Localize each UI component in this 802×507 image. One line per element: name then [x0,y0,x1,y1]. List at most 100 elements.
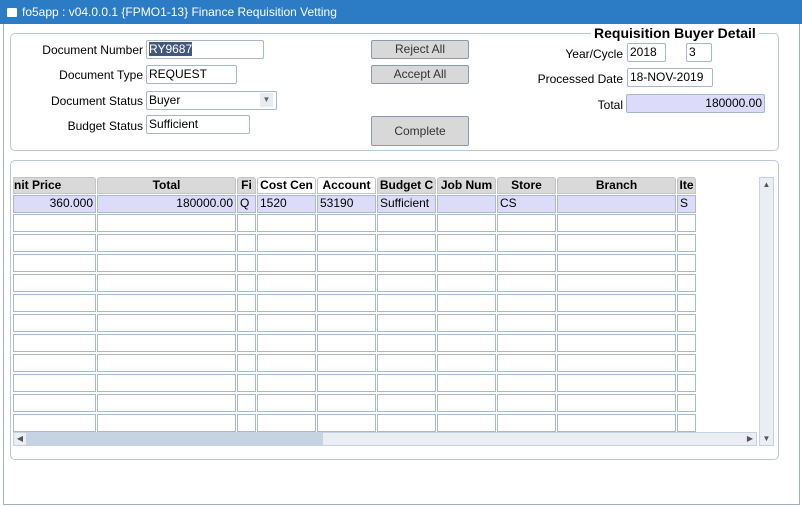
processed-date-field[interactable]: 18-NOV-2019 [627,68,713,87]
grid-cell[interactable] [237,214,256,232]
grid-cell[interactable] [257,374,316,392]
grid-cell[interactable] [437,195,496,213]
grid-cell[interactable] [497,234,556,252]
grid-cell[interactable] [317,334,376,352]
grid-cell[interactable] [13,214,96,232]
grid-cell[interactable] [377,394,436,412]
grid-cell[interactable]: 53190 [317,195,376,213]
grid-cell[interactable] [13,414,96,432]
grid-cell[interactable] [677,274,696,292]
document-status-select[interactable]: Buyer ▼ [146,91,277,110]
grid-cell[interactable] [557,414,676,432]
grid-cell[interactable] [13,274,96,292]
grid-cell[interactable] [317,294,376,312]
grid-cell[interactable] [677,334,696,352]
column-header[interactable]: Cost Cen [257,177,316,194]
grid-cell[interactable] [257,254,316,272]
grid-cell[interactable] [557,354,676,372]
grid-cell[interactable] [497,354,556,372]
grid-cell[interactable] [317,314,376,332]
budget-status-field[interactable]: Sufficient [146,115,250,134]
grid-cell[interactable] [13,334,96,352]
grid-cell[interactable] [497,394,556,412]
accept-all-button[interactable]: Accept All [371,65,469,84]
column-header[interactable]: Store [497,177,556,194]
grid-cell[interactable] [257,214,316,232]
reject-all-button[interactable]: Reject All [371,40,469,59]
grid-cell[interactable]: 360.000 [13,195,96,213]
grid-cell[interactable] [557,294,676,312]
grid-cell[interactable] [677,214,696,232]
grid-cell[interactable]: 180000.00 [97,195,236,213]
grid-cell[interactable] [557,195,676,213]
grid-cell[interactable] [377,354,436,372]
grid-cell[interactable] [437,254,496,272]
scroll-up-icon[interactable]: ▲ [760,178,773,191]
column-header[interactable]: Total [97,177,236,194]
grid-cell[interactable] [237,314,256,332]
grid-cell[interactable] [317,414,376,432]
chevron-down-icon[interactable]: ▼ [260,93,273,107]
grid-cell[interactable] [257,274,316,292]
column-header[interactable]: Budget C [377,177,436,194]
grid-cell[interactable] [677,374,696,392]
grid-cell[interactable] [437,234,496,252]
column-header[interactable]: nit Price [13,177,96,194]
grid-cell[interactable] [557,334,676,352]
grid-cell[interactable] [97,314,236,332]
year-field[interactable]: 2018 [627,43,666,62]
grid-cell[interactable] [437,394,496,412]
grid-cell[interactable] [237,394,256,412]
grid-cell[interactable] [497,214,556,232]
grid-cell[interactable] [497,374,556,392]
grid-cell[interactable] [557,274,676,292]
grid-cell[interactable] [677,294,696,312]
grid-cell[interactable] [237,334,256,352]
grid-cell[interactable] [317,394,376,412]
document-type-field[interactable]: REQUEST [146,65,237,84]
grid-cell[interactable]: S [677,195,696,213]
grid-cell[interactable] [257,394,316,412]
grid-cell[interactable] [377,214,436,232]
grid-cell[interactable] [437,334,496,352]
grid-cell[interactable] [377,234,436,252]
grid-cell[interactable] [317,234,376,252]
grid-cell[interactable] [377,254,436,272]
grid-cell[interactable] [317,354,376,372]
grid-cell[interactable] [257,354,316,372]
grid-cell[interactable] [97,334,236,352]
grid-cell[interactable] [437,274,496,292]
grid-cell[interactable] [97,214,236,232]
grid-cell[interactable] [497,274,556,292]
grid-cell[interactable] [377,334,436,352]
grid-cell[interactable] [97,394,236,412]
column-header[interactable]: Account [317,177,376,194]
grid-cell[interactable] [497,334,556,352]
grid-cell[interactable] [677,354,696,372]
grid-cell[interactable] [557,254,676,272]
grid-cell[interactable] [317,214,376,232]
grid-cell[interactable] [317,274,376,292]
grid-cell[interactable] [97,354,236,372]
grid-cell[interactable] [317,254,376,272]
grid-cell[interactable] [497,254,556,272]
grid-cell[interactable] [13,374,96,392]
grid-cell[interactable] [557,214,676,232]
grid-cell[interactable] [13,314,96,332]
grid-cell[interactable] [377,294,436,312]
grid-cell[interactable]: 1520 [257,195,316,213]
horizontal-scroll-thumb[interactable] [26,433,323,445]
grid-cell[interactable] [97,274,236,292]
grid-cell[interactable] [377,414,436,432]
grid-cell[interactable] [677,414,696,432]
grid-cell[interactable] [317,374,376,392]
grid-cell[interactable] [377,274,436,292]
grid-cell[interactable] [437,354,496,372]
grid-cell[interactable] [677,394,696,412]
grid-cell[interactable] [557,234,676,252]
grid-cell[interactable] [97,294,236,312]
column-header[interactable]: Ite [677,177,696,194]
complete-button[interactable]: Complete [371,116,469,146]
document-number-field[interactable]: RY9687 [146,40,264,59]
scroll-right-icon[interactable]: ▶ [744,433,756,445]
